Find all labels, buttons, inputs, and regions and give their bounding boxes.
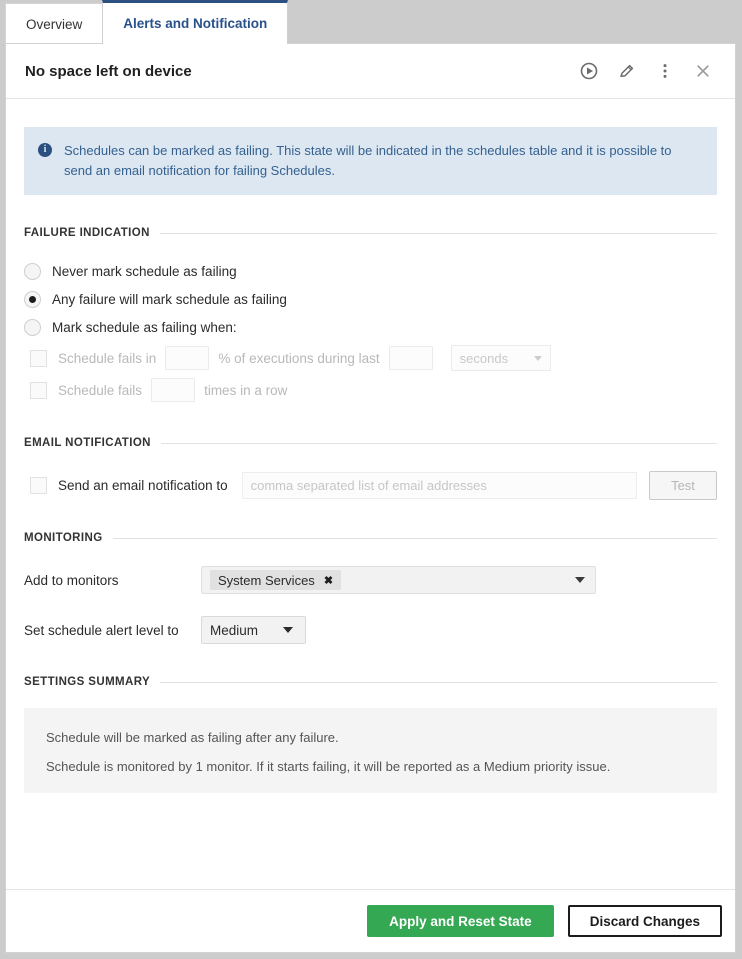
- radio-never-mark-label: Never mark schedule as failing: [52, 264, 237, 279]
- email-notification-label: Send an email notification to: [58, 478, 228, 493]
- section-divider: [161, 443, 717, 444]
- input-duration-value[interactable]: [389, 346, 433, 370]
- input-fail-times[interactable]: [151, 378, 195, 402]
- monitor-chip-label: System Services: [218, 573, 315, 588]
- chevron-down-icon: [575, 577, 585, 583]
- section-monitoring-label: MONITORING: [24, 532, 103, 544]
- checkbox-schedule-fails-times[interactable]: [30, 382, 47, 399]
- radio-any-failure-label: Any failure will mark schedule as failin…: [52, 292, 287, 307]
- remove-chip-icon[interactable]: ✖: [324, 574, 333, 587]
- condition-percent-prefix: Schedule fails in: [58, 351, 156, 366]
- page-title: No space left on device: [25, 63, 579, 80]
- summary-line-monitor: Schedule is monitored by 1 monitor. If i…: [46, 759, 695, 774]
- radio-row-any-failure[interactable]: Any failure will mark schedule as failin…: [24, 285, 717, 313]
- alert-level-label: Set schedule alert level to: [24, 623, 201, 638]
- checkbox-schedule-fails-percent[interactable]: [30, 350, 47, 367]
- info-icon: i: [38, 143, 52, 157]
- email-recipients-input[interactable]: [242, 472, 637, 499]
- alert-level-select[interactable]: Medium: [201, 616, 306, 644]
- condition-percent-middle: % of executions during last: [218, 351, 379, 366]
- summary-line-failure: Schedule will be marked as failing after…: [46, 730, 695, 745]
- run-icon[interactable]: [579, 61, 599, 81]
- alert-level-row: Set schedule alert level to Medium: [24, 616, 717, 644]
- condition-row-percent: Schedule fails in % of executions during…: [24, 343, 717, 373]
- add-to-monitors-label: Add to monitors: [24, 573, 201, 588]
- card-header: No space left on device: [6, 44, 735, 99]
- tab-alerts-and-notification[interactable]: Alerts and Notification: [102, 0, 288, 44]
- tab-strip: Overview Alerts and Notification: [0, 0, 742, 44]
- condition-times-prefix: Schedule fails: [58, 383, 142, 398]
- section-monitoring-header: MONITORING: [24, 532, 717, 544]
- failure-indication-options: Never mark schedule as failing Any failu…: [24, 257, 717, 405]
- section-divider: [160, 682, 717, 683]
- section-email-notification-header: EMAIL NOTIFICATION: [24, 437, 717, 449]
- radio-row-mark-when[interactable]: Mark schedule as failing when:: [24, 313, 717, 341]
- info-banner-text: Schedules can be marked as failing. This…: [64, 141, 701, 181]
- radio-never-mark[interactable]: [24, 263, 41, 280]
- section-failure-indication-header: FAILURE INDICATION: [24, 227, 717, 239]
- section-settings-summary-label: SETTINGS SUMMARY: [24, 676, 150, 688]
- close-icon[interactable]: [693, 61, 713, 81]
- monitor-chip: System Services ✖: [210, 570, 341, 590]
- checkbox-send-email-notification[interactable]: [30, 477, 47, 494]
- input-fail-percent[interactable]: [165, 346, 209, 370]
- radio-mark-when-label: Mark schedule as failing when:: [52, 320, 237, 335]
- chevron-down-icon: [534, 356, 542, 361]
- tab-overview[interactable]: Overview: [5, 3, 103, 44]
- tab-overview-label: Overview: [26, 17, 82, 32]
- tab-alerts-and-notification-label: Alerts and Notification: [123, 16, 267, 31]
- header-actions: [579, 61, 721, 81]
- edit-pencil-icon[interactable]: [617, 61, 637, 81]
- card-body: i Schedules can be marked as failing. Th…: [6, 99, 735, 899]
- test-email-button[interactable]: Test: [649, 471, 717, 500]
- select-duration-unit[interactable]: seconds: [451, 345, 551, 371]
- radio-row-never-mark[interactable]: Never mark schedule as failing: [24, 257, 717, 285]
- more-vertical-icon[interactable]: [655, 61, 675, 81]
- discard-changes-button[interactable]: Discard Changes: [568, 905, 722, 937]
- alert-level-value: Medium: [210, 623, 258, 638]
- email-notification-row: Send an email notification to Test: [24, 471, 717, 500]
- schedule-detail-card: No space left on device: [5, 43, 736, 953]
- monitors-multiselect[interactable]: System Services ✖: [201, 566, 596, 594]
- select-duration-unit-value: seconds: [460, 351, 508, 366]
- settings-summary-box: Schedule will be marked as failing after…: [24, 708, 717, 793]
- section-failure-indication-label: FAILURE INDICATION: [24, 227, 150, 239]
- info-banner: i Schedules can be marked as failing. Th…: [24, 127, 717, 195]
- section-settings-summary-header: SETTINGS SUMMARY: [24, 676, 717, 688]
- apply-and-reset-state-button[interactable]: Apply and Reset State: [367, 905, 554, 937]
- radio-any-failure[interactable]: [24, 291, 41, 308]
- condition-row-times: Schedule fails times in a row: [24, 375, 717, 405]
- condition-times-suffix: times in a row: [204, 383, 287, 398]
- radio-mark-when[interactable]: [24, 319, 41, 336]
- add-to-monitors-row: Add to monitors System Services ✖: [24, 566, 717, 594]
- section-divider: [160, 233, 717, 234]
- section-email-notification-label: EMAIL NOTIFICATION: [24, 437, 151, 449]
- card-footer: Apply and Reset State Discard Changes: [6, 889, 735, 952]
- chevron-down-icon: [283, 627, 293, 633]
- section-divider: [113, 538, 717, 539]
